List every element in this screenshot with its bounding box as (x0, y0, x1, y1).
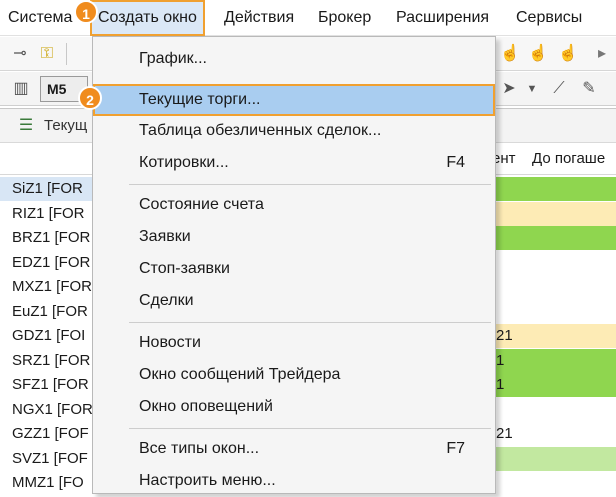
menu-separator (129, 428, 491, 429)
menu-create-window[interactable]: Создать окно (90, 0, 205, 36)
menu-services[interactable]: Сервисы (516, 0, 582, 36)
menu-item-label: Окно сообщений Трейдера (139, 366, 341, 383)
menu-item-label: Котировки... (139, 154, 229, 171)
menu-item-trader-messages[interactable]: Окно сообщений Трейдера (93, 359, 495, 391)
value-cell (494, 226, 530, 250)
menu-item-customize-menu[interactable]: Настроить меню... (93, 465, 495, 497)
window-title: Текущ (44, 117, 88, 134)
menu-item-quotes[interactable]: Котировки... F4 (93, 147, 495, 179)
line-tool-icon[interactable]: ⟋ (546, 74, 572, 104)
value-cell (530, 275, 616, 299)
menu-separator (129, 184, 491, 185)
value-cell: 21 (494, 324, 530, 348)
menu-item-label: Окно оповещений (139, 398, 273, 415)
menu-item-label: Текущие торги... (139, 91, 261, 108)
symbol-cell: EDZ1 [FOR (12, 253, 91, 271)
value-cell (494, 201, 530, 226)
value-cell: 1 (494, 348, 530, 373)
eraser-icon[interactable]: ✎ (576, 74, 602, 104)
symbol-cell: NGX1 [FOR (12, 400, 93, 418)
menu-item-trades-table[interactable]: Таблица обезличенных сделок... (93, 115, 495, 147)
value-cell (530, 348, 616, 373)
menu-extensions[interactable]: Расширения (396, 0, 489, 36)
menu-item-all-window-types[interactable]: Все типы окон... F7 (93, 433, 495, 465)
key-icon[interactable]: ⊸ (8, 39, 32, 69)
symbol-cell: EuZ1 [FOR (12, 302, 88, 320)
arrow-tool-icon[interactable]: ➤ (498, 74, 520, 104)
value-cell (494, 446, 530, 471)
value-cell (530, 226, 616, 250)
value-cell: 1 (494, 373, 530, 397)
symbol-cell: SRZ1 [FOR (12, 351, 91, 369)
symbol-cell: RIZ1 [FOR (12, 204, 85, 222)
value-cell (530, 177, 616, 201)
menu-item-chart[interactable]: График... (93, 43, 495, 75)
toolbar-separator (66, 43, 67, 65)
value-cell (494, 471, 530, 495)
value-cell (530, 300, 616, 324)
chevron-down-icon[interactable]: ▼ (524, 74, 540, 104)
value-cell (494, 275, 530, 299)
value-cell (530, 324, 616, 348)
bar-chart-icon[interactable]: ▥ (8, 74, 34, 104)
table-icon: ☰ (18, 117, 34, 134)
menu-item-stop-orders[interactable]: Стоп-заявки (93, 253, 495, 285)
menu-item-label: Сделки (139, 292, 194, 309)
symbol-cell: GDZ1 [FOI (12, 327, 86, 344)
value-cell (494, 177, 530, 201)
menu-item-label: Состояние счета (139, 196, 264, 213)
symbol-cell: SiZ1 [FOR (12, 180, 83, 197)
value-cell (494, 300, 530, 324)
symbol-cell: GZZ1 [FOF (12, 425, 89, 442)
symbol-cell: SVZ1 [FOF (12, 449, 88, 467)
value-cell (530, 251, 616, 275)
value-cell (530, 398, 616, 422)
menu-item-alerts[interactable]: Окно оповещений (93, 391, 495, 423)
hand-icon[interactable]: ☝ (526, 39, 550, 69)
symbol-cell: MXZ1 [FOR (12, 278, 93, 295)
menu-item-deals[interactable]: Сделки (93, 285, 495, 317)
menu-item-label: Настроить меню... (139, 472, 276, 489)
step-badge-1: 1 (74, 0, 98, 24)
value-cell (530, 422, 616, 446)
menu-separator (129, 322, 491, 323)
menu-item-label: Таблица обезличенных сделок... (139, 122, 382, 139)
symbol-cell: MMZ1 [FO (12, 474, 84, 491)
value-cell (530, 201, 616, 226)
value-cell (530, 446, 616, 471)
shortcut-key: F4 (446, 154, 465, 171)
key-disconnect-icon[interactable]: ⚿ (34, 39, 60, 69)
menu-item-label: График... (139, 50, 207, 67)
menu-item-account-state[interactable]: Состояние счета (93, 189, 495, 221)
symbol-cell: SFZ1 [FOR (12, 376, 89, 393)
menu-item-orders[interactable]: Заявки (93, 221, 495, 253)
overflow-icon[interactable]: ▸ (592, 39, 612, 69)
menu-item-news[interactable]: Новости (93, 327, 495, 359)
symbol-cell: BRZ1 [FOR (12, 229, 91, 246)
step-badge-2: 2 (78, 86, 102, 110)
menu-actions[interactable]: Действия (224, 0, 294, 36)
hand-stop-icon[interactable]: ☝ (556, 39, 580, 69)
menu-item-label: Новости (139, 334, 201, 351)
column-header[interactable]: До погаше (532, 143, 605, 175)
create-window-menu: График... Текущие торги... Таблица обезл… (92, 36, 496, 494)
value-cell (530, 373, 616, 397)
menu-broker[interactable]: Брокер (318, 0, 371, 36)
shortcut-key: F7 (446, 440, 465, 457)
value-cell: 21 (496, 425, 513, 442)
menu-sistema[interactable]: Система (8, 0, 72, 36)
value-cell (530, 471, 616, 495)
menu-item-label: Заявки (139, 228, 191, 245)
hand-icon[interactable]: ☝ (498, 39, 522, 69)
value-cell (494, 398, 530, 422)
menu-item-label: Стоп-заявки (139, 260, 230, 277)
menu-item-label: Все типы окон... (139, 440, 260, 457)
value-cell (494, 251, 530, 275)
menu-item-current-trades[interactable]: Текущие торги... (93, 84, 495, 116)
